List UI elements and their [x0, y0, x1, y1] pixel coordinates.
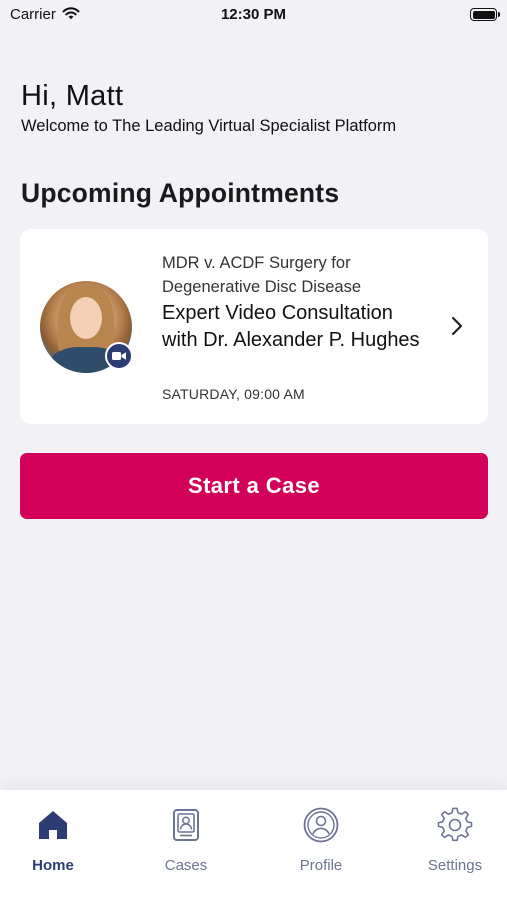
appointment-card[interactable]: MDR v. ACDF Surgery for Degenerative Dis… — [20, 229, 488, 424]
settings-icon — [436, 806, 474, 844]
clock-time: 12:30 PM — [220, 6, 287, 23]
status-bar: Carrier 12:30 PM — [0, 0, 507, 30]
greeting-title: Hi, Matt — [21, 80, 124, 112]
tab-cases-label: Cases — [164, 857, 208, 874]
battery-icon — [470, 8, 500, 21]
tab-home[interactable]: Home — [0, 790, 108, 900]
upcoming-appointments-title: Upcoming Appointments — [21, 178, 340, 208]
cases-icon — [167, 806, 205, 844]
welcome-message: Welcome to The Leading Virtual Specialis… — [21, 117, 397, 135]
tab-profile[interactable]: Profile — [266, 790, 376, 900]
start-case-button[interactable]: Start a Case — [20, 453, 488, 519]
appointment-subtitle: MDR v. ACDF Surgery for Degenerative Dis… — [162, 254, 362, 296]
tab-home-label: Home — [32, 857, 74, 874]
tab-cases[interactable]: Cases — [131, 790, 241, 900]
home-icon — [34, 806, 72, 844]
tab-profile-label: Profile — [299, 857, 343, 874]
tab-settings-label: Settings — [427, 857, 483, 874]
chevron-right-icon — [450, 315, 464, 342]
appointment-title: Expert Video Consultation with Dr. Alexa… — [162, 302, 420, 351]
video-camera-icon — [105, 342, 133, 370]
tab-settings[interactable]: Settings — [400, 790, 507, 900]
profile-icon — [302, 806, 340, 844]
tab-bar: Home Cases Profile Settings — [0, 790, 507, 900]
appointment-time: SATURDAY, 09:00 AM — [162, 386, 305, 402]
